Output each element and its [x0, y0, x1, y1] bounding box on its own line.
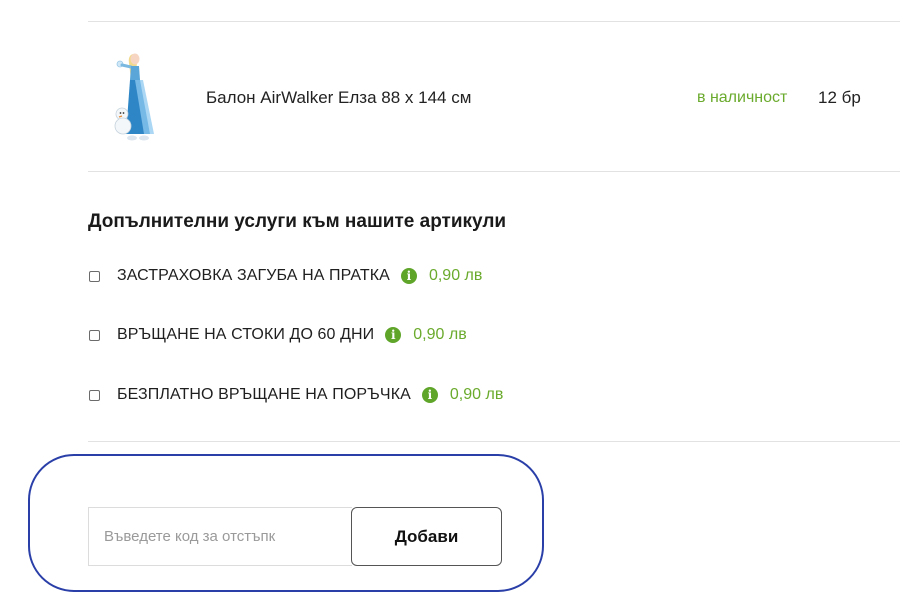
service-label: БЕЗПЛАТНО ВРЪЩАНЕ НА ПОРЪЧКА	[117, 386, 411, 403]
service-option-returns-60-days[interactable]: ВРЪЩАНЕ НА СТОКИ ДО 60 ДНИ i 0,90 лв	[88, 324, 467, 346]
discount-code-input[interactable]	[88, 507, 352, 566]
service-price: 0,90 лв	[449, 386, 504, 403]
info-icon[interactable]: i	[421, 387, 438, 403]
free-return-checkbox[interactable]	[89, 389, 100, 401]
divider-bottom	[88, 441, 900, 442]
service-price: 0,90 лв	[413, 326, 467, 343]
product-name[interactable]: Балон AirWalker Елза 88 x 144 см	[206, 88, 471, 108]
returns-60-days-checkbox[interactable]	[89, 329, 100, 341]
insurance-checkbox[interactable]	[89, 270, 100, 282]
cart-product-row: Балон AirWalker Елза 88 x 144 см в налич…	[88, 22, 900, 171]
service-label: ВРЪЩАНЕ НА СТОКИ ДО 60 ДНИ	[117, 326, 375, 343]
info-icon[interactable]: i	[400, 268, 417, 284]
service-option-free-return[interactable]: БЕЗПЛАТНО ВРЪЩАНЕ НА ПОРЪЧКА i 0,90 лв	[88, 384, 503, 406]
add-discount-button[interactable]: Добави	[351, 507, 502, 566]
service-option-insurance[interactable]: ЗАСТРАХОВКА ЗАГУБА НА ПРАТКА i 0,90 лв	[88, 265, 482, 287]
info-icon[interactable]: i	[385, 327, 402, 343]
stock-status: в наличност	[697, 89, 788, 106]
service-label: ЗАСТРАХОВКА ЗАГУБА НА ПРАТКА	[117, 267, 390, 284]
elsa-balloon-image	[114, 53, 154, 141]
product-quantity: 12 бр	[818, 88, 861, 107]
product-thumbnail[interactable]	[110, 50, 162, 144]
services-heading: Допълнителни услуги към нашите артикули	[88, 211, 507, 232]
divider-middle	[88, 171, 900, 172]
service-price: 0,90 лв	[428, 267, 483, 284]
